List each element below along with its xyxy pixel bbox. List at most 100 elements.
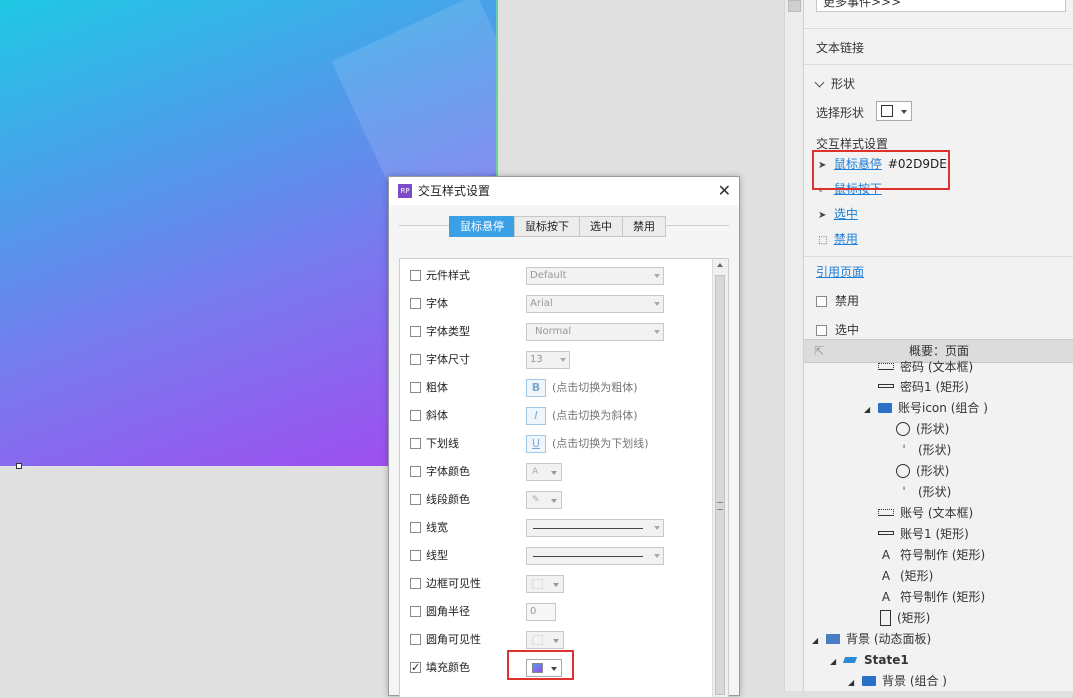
- property-row[interactable]: 字体颜色 A: [410, 461, 720, 483]
- tree-item[interactable]: ◢ State1: [830, 650, 909, 670]
- tab-mousedown[interactable]: 鼠标按下: [514, 216, 580, 237]
- collapse-arrow-icon[interactable]: ⇱: [814, 340, 824, 362]
- resize-handle[interactable]: [16, 463, 22, 469]
- property-row[interactable]: 字体尺寸 13: [410, 349, 720, 371]
- expand-triangle-icon[interactable]: ◢: [864, 400, 874, 420]
- property-checkbox[interactable]: [410, 578, 421, 589]
- tree-item[interactable]: A (矩形): [878, 566, 933, 586]
- property-row[interactable]: 线段颜色 ✎: [410, 489, 720, 511]
- corner-visibility-select[interactable]: [526, 631, 564, 649]
- tree-item[interactable]: ◢ 背景 (组合 ): [848, 671, 947, 691]
- property-checkbox[interactable]: [410, 550, 421, 561]
- corner-radius-input[interactable]: 0: [526, 603, 556, 621]
- expand-triangle-icon[interactable]: ◢: [830, 652, 840, 672]
- select-value: Default: [530, 270, 567, 281]
- dynamic-panel-icon: [826, 634, 840, 644]
- selected-option[interactable]: 选中: [816, 321, 859, 338]
- font-color-picker[interactable]: A: [526, 463, 562, 481]
- tree-item[interactable]: A 符号制作 (矩形): [878, 545, 985, 565]
- interaction-selected[interactable]: ➤ 选中: [818, 205, 858, 223]
- tree-item[interactable]: ˈ (形状): [896, 440, 951, 460]
- property-checkbox[interactable]: [410, 466, 421, 477]
- close-icon[interactable]: ✕: [718, 177, 731, 205]
- tree-item[interactable]: 密码 (文本框): [878, 357, 973, 377]
- italic-toggle-button[interactable]: I: [526, 407, 546, 425]
- tree-item[interactable]: A 符号制作 (矩形): [878, 587, 985, 607]
- property-checkbox[interactable]: [410, 657, 421, 679]
- reference-page-link[interactable]: 引用页面: [816, 263, 864, 280]
- line-color-picker[interactable]: ✎: [526, 491, 562, 509]
- tree-item[interactable]: ◢ 背景 (动态面板): [812, 629, 931, 649]
- tree-item[interactable]: ˈ (形状): [896, 482, 951, 502]
- property-checkbox[interactable]: [410, 410, 421, 421]
- expand-triangle-icon[interactable]: ◢: [812, 631, 822, 651]
- property-checkbox[interactable]: [410, 438, 421, 449]
- underline-hint: (点击切换为下划线): [552, 437, 649, 450]
- expand-triangle-icon[interactable]: ◢: [848, 673, 858, 693]
- shape-icon: ˈ: [902, 443, 906, 457]
- disabled-link[interactable]: 禁用: [834, 232, 858, 246]
- disabled-option[interactable]: 禁用: [816, 292, 859, 309]
- tab-selected[interactable]: 选中: [579, 216, 623, 237]
- property-row[interactable]: 字体类型 Normal: [410, 321, 720, 343]
- scrollbar-thumb[interactable]: [715, 275, 725, 695]
- shape-section-header[interactable]: 形状: [814, 75, 855, 92]
- property-row[interactable]: 圆角半径 0: [410, 601, 720, 623]
- interaction-disabled[interactable]: ⬚ 禁用: [818, 230, 858, 248]
- dialog-titlebar[interactable]: RP 交互样式设置 ✕: [389, 177, 739, 205]
- scrollbar-thumb[interactable]: [788, 0, 801, 12]
- property-row[interactable]: 粗体 B (点击切换为粗体): [410, 377, 720, 399]
- text-link-label[interactable]: 文本链接: [816, 39, 864, 56]
- property-row[interactable]: 边框可见性: [410, 573, 720, 595]
- property-checkbox[interactable]: [410, 298, 421, 309]
- fill-color-highlight-box: [507, 650, 574, 680]
- property-checkbox[interactable]: [410, 382, 421, 393]
- bold-toggle-button[interactable]: B: [526, 379, 546, 397]
- dropdown-arrow-icon: [654, 302, 660, 306]
- property-row[interactable]: 线型: [410, 545, 720, 567]
- chevron-down-icon: [814, 77, 825, 88]
- font-select[interactable]: Arial: [526, 295, 664, 313]
- tree-item[interactable]: 账号1 (矩形): [878, 524, 969, 544]
- font-size-select[interactable]: 13: [526, 351, 570, 369]
- property-row[interactable]: 圆角可见性: [410, 629, 720, 651]
- dropdown-arrow-icon: [654, 554, 660, 558]
- property-checkbox[interactable]: [410, 270, 421, 281]
- selected-checkbox[interactable]: [816, 325, 827, 336]
- property-checkbox[interactable]: [410, 494, 421, 505]
- tree-item[interactable]: (矩形): [880, 608, 930, 628]
- tab-disabled[interactable]: 禁用: [622, 216, 666, 237]
- widget-style-select[interactable]: Default: [526, 267, 664, 285]
- property-row[interactable]: 下划线 U (点击切换为下划线): [410, 433, 720, 455]
- tab-hover[interactable]: 鼠标悬停: [449, 216, 515, 237]
- property-checkbox[interactable]: [410, 634, 421, 645]
- more-events-field[interactable]: 更多事件>>>: [816, 0, 1066, 12]
- underline-toggle-button[interactable]: U: [526, 435, 546, 453]
- selected-link[interactable]: 选中: [834, 207, 858, 221]
- property-row[interactable]: 线宽: [410, 517, 720, 539]
- shape-select-dropdown[interactable]: [876, 101, 912, 121]
- scroll-up-arrow-icon[interactable]: [717, 263, 723, 267]
- property-row[interactable]: 元件样式 Default: [410, 265, 720, 287]
- property-row[interactable]: 斜体 I (点击切换为斜体): [410, 405, 720, 427]
- property-checkbox[interactable]: [410, 606, 421, 617]
- canvas-scrollbar[interactable]: [784, 0, 803, 691]
- font-type-select[interactable]: Normal: [526, 323, 664, 341]
- property-row[interactable]: 字体 Arial: [410, 293, 720, 315]
- disabled-checkbox[interactable]: [816, 296, 827, 307]
- tree-item-label: (矩形): [897, 611, 931, 625]
- tree-item[interactable]: (形状): [896, 419, 949, 439]
- property-checkbox[interactable]: [410, 326, 421, 337]
- tree-item-label: 密码 (文本框): [900, 360, 974, 374]
- border-visibility-select[interactable]: [526, 575, 564, 593]
- line-type-select[interactable]: [526, 547, 664, 565]
- tree-item[interactable]: 密码1 (矩形): [878, 377, 969, 397]
- tree-item[interactable]: 账号 (文本框): [878, 503, 973, 523]
- property-checkbox[interactable]: [410, 354, 421, 365]
- tree-item[interactable]: (形状): [896, 461, 949, 481]
- line-width-select[interactable]: [526, 519, 664, 537]
- property-checkbox[interactable]: [410, 522, 421, 533]
- portrait-rect-icon: [880, 610, 891, 626]
- tree-item[interactable]: ◢ 账号icon (组合 ): [864, 398, 988, 418]
- property-list-scrollbar[interactable]: [712, 259, 728, 697]
